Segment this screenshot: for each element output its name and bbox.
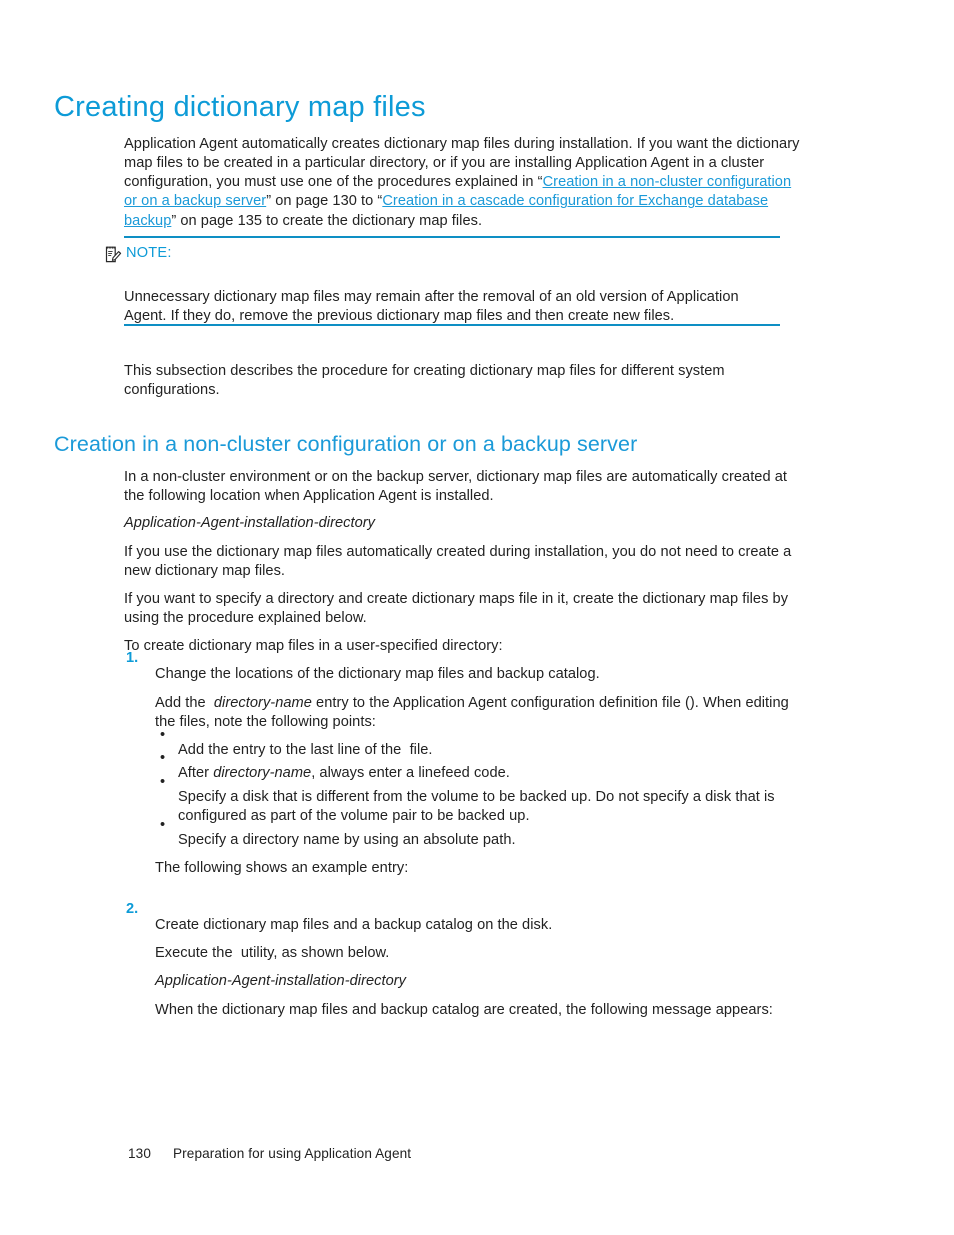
note-pencil-icon (104, 246, 122, 264)
step-2-detail-b: utility, as shown below. (240, 944, 390, 961)
footer-chapter-title: Preparation for using Application Agent (172, 1146, 412, 1161)
bullet-dot-3: • (160, 774, 166, 790)
note-label: NOTE: (126, 245, 172, 261)
step-1-number: 1. (126, 650, 139, 666)
step-1-bullet-4: Specify a directory name by using an abs… (178, 831, 516, 848)
installation-directory-path: Application-Agent-installation-directory (124, 514, 376, 531)
step-2-detail: Execute the utility, as shown below. (155, 944, 803, 963)
bullet-dot-4: • (160, 817, 166, 833)
page-title: Creating dictionary map files (54, 91, 426, 124)
step-1-detail: Add the directory-name entry to the Appl… (155, 694, 803, 733)
note-rule-bottom (124, 324, 780, 326)
note-body-text: Unnecessary dictionary map files may rem… (124, 288, 739, 324)
section-paragraph-1: In a non-cluster environment or on the b… (124, 468, 788, 504)
intro-paragraph: Application Agent automatically creates … (124, 135, 800, 231)
page-footer: 130 Preparation for using Application Age… (128, 1146, 411, 1161)
intro-part2: ” on page 130 to “ (266, 193, 383, 210)
bullet-2-text-a: After (178, 764, 210, 781)
bullet-1-text-a: Add the entry to the last line of the (178, 741, 402, 758)
step-2-number: 2. (126, 901, 139, 917)
intro-part3: ” on page 135 to create the dictionary m… (171, 212, 483, 229)
step-1-bullet-2: After directory-name, always enter a lin… (178, 764, 803, 783)
footer-page-number: 130 (128, 1146, 151, 1161)
step-1-detail-c: entry to the Application Agent configura… (316, 694, 690, 711)
bullet-1-text-b: file. (409, 741, 433, 758)
bullet-2-text-b: , always enter a linefeed code. (311, 764, 510, 781)
step-2-detail-a: Execute the (155, 944, 233, 961)
step-1-directory-name-italic: directory-name (213, 694, 312, 711)
section-paragraph-4: To create dictionary map files in a user… (124, 637, 503, 654)
step-1-detail-a: Add the (155, 694, 206, 711)
subsection-intro-paragraph: This subsection describes the procedure … (124, 362, 725, 398)
section-paragraph-2: If you use the dictionary map files auto… (124, 543, 792, 579)
step-2-command-line: Application-Agent-installation-directory (155, 972, 803, 991)
step-1-example-code-block (155, 870, 493, 887)
section-heading: Creation in a non-cluster configuration … (54, 431, 638, 456)
bullet-dot-1: • (160, 727, 166, 743)
document-page: Creating dictionary map files Applicatio… (0, 0, 954, 1235)
step-2-message-code-block (155, 1014, 428, 1031)
section-paragraph-3: If you want to specify a directory and c… (124, 590, 789, 626)
step-2-text: Create dictionary map files and a backup… (155, 916, 553, 933)
step-1-bullet-1: Add the entry to the last line of the fi… (178, 741, 803, 760)
bullet-2-directory-name-italic: directory-name (213, 764, 312, 781)
bullet-dot-2: • (160, 750, 166, 766)
step-2-command-italic-path: Application-Agent-installation-directory (155, 972, 407, 989)
step-1-bullet-3: Specify a disk that is different from th… (178, 788, 775, 824)
step-1-text: Change the locations of the dictionary m… (155, 665, 600, 682)
note-rule-top (124, 236, 780, 238)
